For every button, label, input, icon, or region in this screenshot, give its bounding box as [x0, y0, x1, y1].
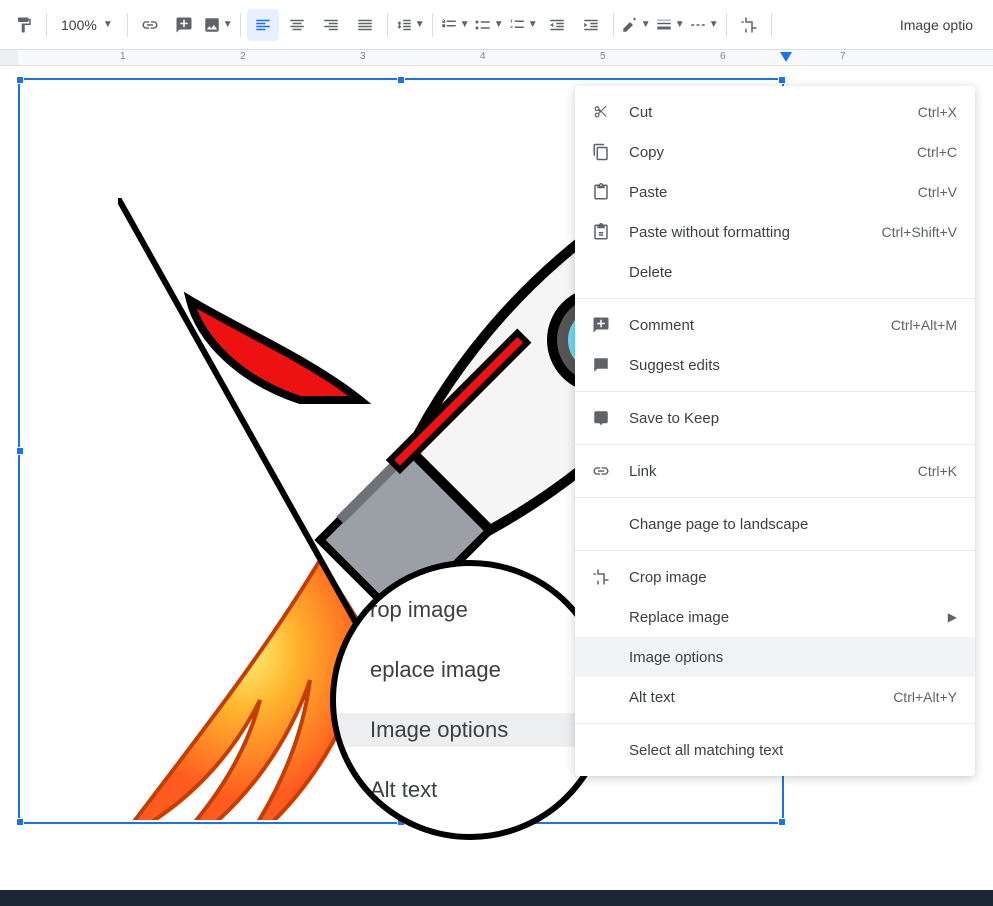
- menu-separator: [575, 444, 975, 445]
- crop-button[interactable]: [733, 9, 765, 41]
- toolbar-separator: [387, 13, 388, 37]
- blank-icon: [591, 514, 611, 534]
- cut-icon: [591, 102, 611, 122]
- menu-alt-text[interactable]: Alt text Ctrl+Alt+Y: [575, 677, 975, 717]
- chevron-down-icon: ▼: [675, 19, 685, 30]
- toolbar-separator: [127, 13, 128, 37]
- add-comment-button[interactable]: [168, 9, 200, 41]
- toolbar: 100% ▼ ▼ ▼ ▼ ▼ ▼: [0, 0, 993, 50]
- mag-replace: eplace image: [370, 653, 604, 687]
- menu-paste-without-formatting[interactable]: Paste without formatting Ctrl+Shift+V: [575, 212, 975, 252]
- toolbar-separator: [771, 13, 772, 37]
- menu-replace-image[interactable]: Replace image ▶: [575, 597, 975, 637]
- align-center-button[interactable]: [281, 9, 313, 41]
- chevron-down-icon: ▼: [528, 19, 538, 30]
- link-icon: [591, 461, 611, 481]
- footer-bar: [0, 890, 993, 906]
- chevron-down-icon: ▼: [494, 19, 504, 30]
- crop-icon: [591, 567, 611, 587]
- decrease-indent-button[interactable]: [541, 9, 573, 41]
- resize-handle[interactable]: [397, 76, 405, 84]
- toolbar-separator: [726, 13, 727, 37]
- context-menu: Cut Ctrl+X Copy Ctrl+C Paste Ctrl+V Past…: [575, 86, 975, 776]
- copy-icon: [591, 142, 611, 162]
- menu-image-options[interactable]: Image options: [575, 637, 975, 677]
- image-options-button[interactable]: Image optio: [888, 9, 985, 41]
- mag-image-options: Image options: [336, 713, 604, 747]
- paint-format-button[interactable]: [8, 9, 40, 41]
- blank-icon: [591, 262, 611, 282]
- paste-plain-icon: [591, 222, 611, 242]
- border-weight-button[interactable]: ▼: [654, 9, 686, 41]
- border-color-button[interactable]: ▼: [620, 9, 652, 41]
- blank-icon: [591, 687, 611, 707]
- toolbar-separator: [432, 13, 433, 37]
- menu-link[interactable]: Link Ctrl+K: [575, 451, 975, 491]
- menu-copy[interactable]: Copy Ctrl+C: [575, 132, 975, 172]
- line-spacing-button[interactable]: ▼: [394, 9, 426, 41]
- bulleted-list-button[interactable]: ▼: [473, 9, 505, 41]
- menu-paste[interactable]: Paste Ctrl+V: [575, 172, 975, 212]
- chevron-down-icon: ▼: [460, 19, 470, 30]
- menu-crop-image[interactable]: Crop image: [575, 557, 975, 597]
- blank-icon: [591, 740, 611, 760]
- chevron-down-icon: ▼: [103, 19, 113, 30]
- toolbar-separator: [240, 13, 241, 37]
- magnifier-callout: rop image eplace image Image options Alt…: [330, 560, 610, 840]
- menu-comment[interactable]: Comment Ctrl+Alt+M: [575, 305, 975, 345]
- align-left-button[interactable]: [247, 9, 279, 41]
- chevron-down-icon: ▼: [709, 19, 719, 30]
- submenu-arrow-icon: ▶: [948, 610, 957, 624]
- menu-change-page-landscape[interactable]: Change page to landscape: [575, 504, 975, 544]
- toolbar-separator: [46, 13, 47, 37]
- menu-separator: [575, 298, 975, 299]
- align-justify-button[interactable]: [349, 9, 381, 41]
- increase-indent-button[interactable]: [575, 9, 607, 41]
- insert-link-button[interactable]: [134, 9, 166, 41]
- chevron-down-icon: ▼: [415, 19, 425, 30]
- align-right-button[interactable]: [315, 9, 347, 41]
- menu-separator: [575, 391, 975, 392]
- ruler: 1 2 3 4 5 6 7: [0, 50, 993, 66]
- resize-handle[interactable]: [778, 76, 786, 84]
- comment-icon: [591, 315, 611, 335]
- suggest-icon: [591, 355, 611, 375]
- toolbar-separator: [613, 13, 614, 37]
- menu-cut[interactable]: Cut Ctrl+X: [575, 92, 975, 132]
- menu-delete[interactable]: Delete: [575, 252, 975, 292]
- menu-separator: [575, 550, 975, 551]
- menu-separator: [575, 497, 975, 498]
- numbered-list-button[interactable]: ▼: [507, 9, 539, 41]
- border-dash-button[interactable]: ▼: [688, 9, 720, 41]
- resize-handle[interactable]: [16, 818, 24, 826]
- zoom-value: 100%: [61, 17, 97, 33]
- keep-icon: [591, 408, 611, 428]
- resize-handle[interactable]: [16, 76, 24, 84]
- insert-image-button[interactable]: ▼: [202, 9, 234, 41]
- checklist-button[interactable]: ▼: [439, 9, 471, 41]
- chevron-down-icon: ▼: [223, 19, 233, 30]
- menu-save-to-keep[interactable]: Save to Keep: [575, 398, 975, 438]
- blank-icon: [591, 647, 611, 667]
- menu-separator: [575, 723, 975, 724]
- paste-icon: [591, 182, 611, 202]
- zoom-dropdown[interactable]: 100% ▼: [53, 9, 121, 41]
- margin-marker-right[interactable]: [780, 52, 792, 62]
- menu-suggest-edits[interactable]: Suggest edits: [575, 345, 975, 385]
- chevron-down-icon: ▼: [641, 19, 651, 30]
- resize-handle[interactable]: [16, 447, 24, 455]
- blank-icon: [591, 607, 611, 627]
- menu-select-all-matching[interactable]: Select all matching text: [575, 730, 975, 770]
